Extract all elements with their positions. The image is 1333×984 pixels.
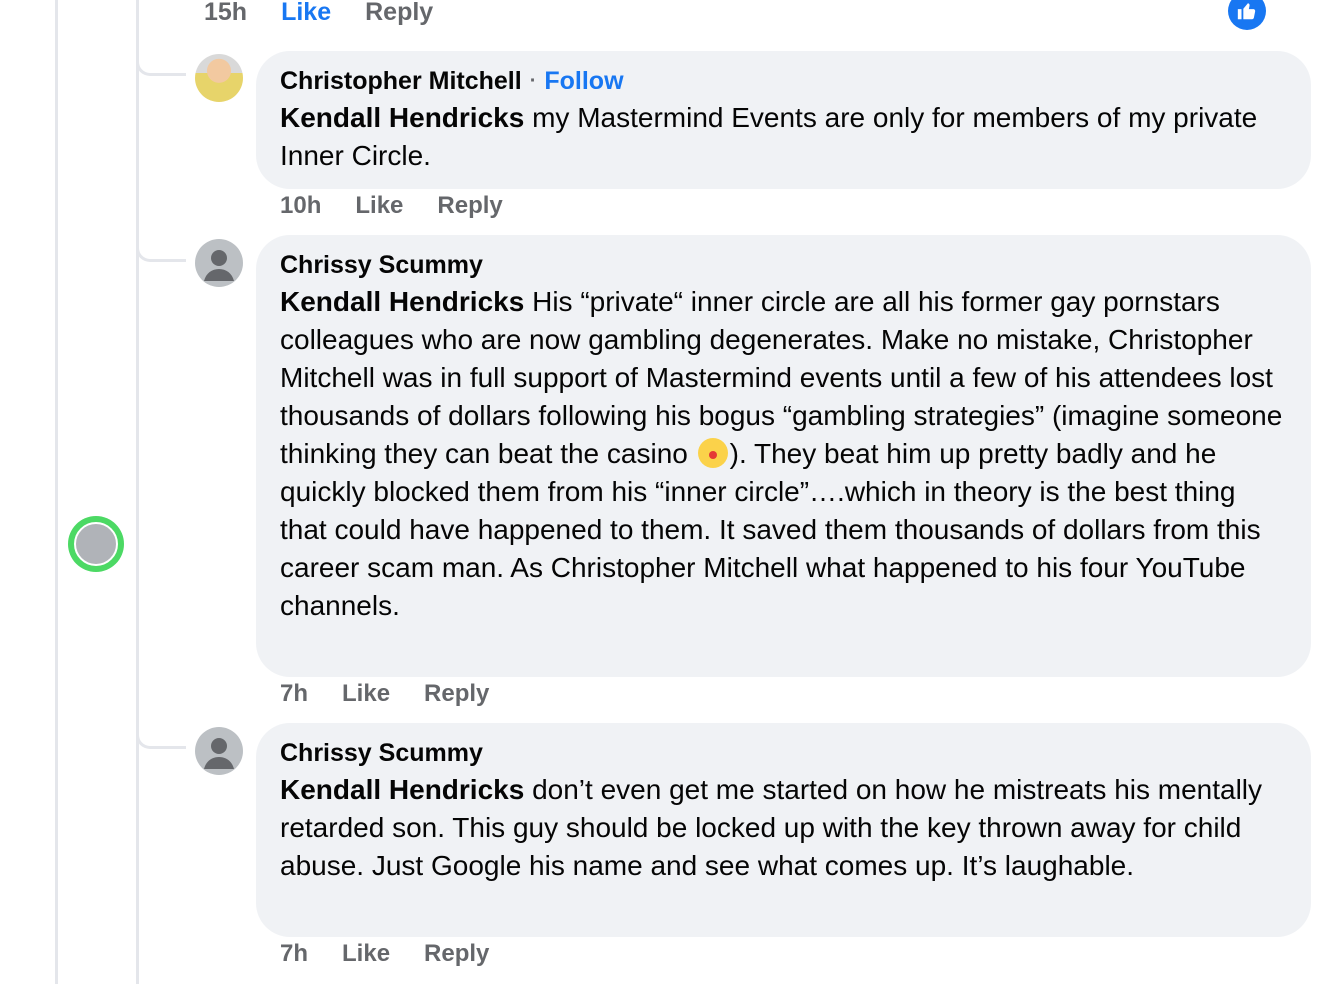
mention-link[interactable]: Kendall Hendricks [280, 102, 524, 133]
comment-header: Christopher Mitchell · Follow [280, 65, 1287, 97]
reply-connector [136, 729, 186, 749]
comment-actions: 10h Like Reply [280, 192, 503, 220]
reply-connector [136, 242, 186, 262]
comment-bubble: Chrissy Scummy Kendall Hendricks His “pr… [256, 235, 1311, 677]
comment-actions: 7h Like Reply [280, 940, 489, 968]
comment-bubble: Christopher Mitchell · Follow Kendall He… [256, 51, 1311, 189]
comment-header: Chrissy Scummy [280, 249, 1287, 281]
thread-line-inner [136, 0, 139, 984]
reply-button[interactable]: Reply [424, 940, 489, 968]
comment-timestamp[interactable]: 10h [280, 192, 321, 220]
default-profile-icon [204, 738, 234, 769]
online-status-avatar[interactable] [68, 516, 124, 572]
comment-bubble: Chrissy Scummy Kendall Hendricks don’t e… [256, 723, 1311, 937]
thumbs-up-icon [1237, 3, 1256, 20]
default-profile-icon [204, 250, 234, 281]
reply-button[interactable]: Reply [437, 192, 502, 220]
clown-face-icon [697, 438, 728, 468]
author-name[interactable]: Chrissy Scummy [280, 249, 483, 281]
comment-text: Kendall Hendricks don’t even get me star… [280, 771, 1287, 885]
parent-comment-actions: 15h Like Reply [204, 0, 433, 27]
author-name[interactable]: Christopher Mitchell [280, 65, 522, 97]
mention-link[interactable]: Kendall Hendricks [280, 286, 524, 317]
separator-dot: · [529, 70, 537, 92]
reply-button[interactable]: Reply [424, 680, 489, 708]
avatar [74, 522, 118, 566]
avatar[interactable] [195, 239, 243, 287]
comment-text: Kendall Hendricks His “private“ inner ci… [280, 283, 1287, 625]
like-button[interactable]: Like [281, 0, 331, 27]
comment-timestamp[interactable]: 7h [280, 680, 308, 708]
reply-connector [136, 56, 186, 76]
comment-thread: 15h Like Reply Christopher Mitchell · Fo… [0, 0, 1333, 984]
like-button[interactable]: Like [342, 940, 390, 968]
avatar[interactable] [195, 54, 243, 102]
comment-timestamp[interactable]: 7h [280, 940, 308, 968]
like-button[interactable]: Like [342, 680, 390, 708]
like-button[interactable]: Like [355, 192, 403, 220]
comment-header: Chrissy Scummy [280, 737, 1287, 769]
avatar[interactable] [195, 727, 243, 775]
mention-link[interactable]: Kendall Hendricks [280, 774, 524, 805]
comment-timestamp[interactable]: 15h [204, 0, 247, 27]
comment-actions: 7h Like Reply [280, 680, 489, 708]
reply-button[interactable]: Reply [365, 0, 433, 27]
comment-text: Kendall Hendricks my Mastermind Events a… [280, 99, 1287, 175]
follow-button[interactable]: Follow [544, 65, 623, 97]
like-reaction-icon[interactable] [1228, 0, 1266, 30]
thread-line-outer [55, 0, 58, 984]
author-name[interactable]: Chrissy Scummy [280, 737, 483, 769]
